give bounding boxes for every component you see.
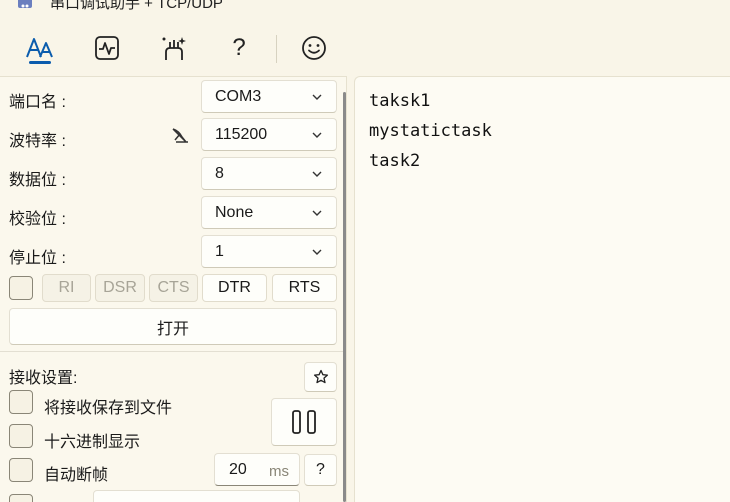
- frame-timeout-unit: ms: [269, 463, 289, 480]
- chevron-down-icon: [312, 210, 322, 216]
- pin-cts: CTS: [149, 274, 198, 302]
- chevron-down-icon: [312, 132, 322, 138]
- hex-display-label: 十六进制显示: [44, 434, 141, 451]
- pin-ri: RI: [42, 274, 91, 302]
- clean-button[interactable]: [156, 30, 192, 66]
- hex-display-checkbox[interactable]: [9, 424, 33, 448]
- port-select[interactable]: COM3: [201, 80, 337, 113]
- waveform-button[interactable]: [89, 30, 125, 66]
- pin-dtr-toggle[interactable]: DTR: [202, 274, 267, 302]
- pause-button[interactable]: [271, 398, 337, 446]
- rx-line: mystatictask: [369, 121, 492, 141]
- frame-help-button[interactable]: ?: [304, 454, 337, 486]
- port-value: COM3: [215, 87, 262, 105]
- favorite-button[interactable]: [304, 362, 337, 392]
- pin-dsr: DSR: [95, 274, 145, 302]
- frame-timeout-value: 20: [229, 461, 247, 478]
- chevron-down-icon: [312, 249, 322, 255]
- next-option-field[interactable]: [93, 490, 300, 502]
- frame-timeout-input[interactable]: 20 ms: [214, 453, 300, 486]
- rx-line: task2: [369, 151, 421, 171]
- open-port-button[interactable]: 打开: [9, 308, 337, 345]
- port-label: 端口名 :: [9, 94, 66, 111]
- stopbits-select[interactable]: 1: [201, 235, 337, 268]
- databits-select[interactable]: 8: [201, 157, 337, 190]
- toolbar: ?: [0, 14, 730, 76]
- active-tab-indicator: [29, 61, 51, 64]
- baud-select[interactable]: 115200: [201, 118, 337, 151]
- next-option-checkbox[interactable]: [9, 494, 33, 502]
- section-divider: [0, 351, 343, 352]
- auto-frame-checkbox[interactable]: [9, 458, 33, 482]
- window-title: 串口调试助手 + TCP/UDP: [50, 0, 223, 12]
- help-button[interactable]: ?: [221, 30, 257, 66]
- stopbits-label: 停止位 :: [9, 250, 66, 267]
- pins-checkbox[interactable]: [9, 276, 33, 300]
- auto-frame-label: 自动断帧: [44, 467, 109, 484]
- title-bar: 串口调试助手 + TCP/UDP: [0, 0, 730, 14]
- databits-value: 8: [215, 164, 224, 182]
- smiley-icon: [302, 36, 326, 60]
- chevron-down-icon: [312, 171, 322, 177]
- settings-scrollbar[interactable]: [343, 92, 346, 502]
- baud-label: 波特率 :: [9, 133, 66, 150]
- parity-select[interactable]: None: [201, 196, 337, 229]
- receive-settings-header: 接收设置:: [9, 370, 78, 387]
- help-icon: ?: [316, 461, 325, 478]
- save-to-file-checkbox[interactable]: [9, 390, 33, 414]
- feedback-button[interactable]: [296, 30, 332, 66]
- app-icon: [18, 0, 32, 8]
- rx-line: taksk1: [369, 91, 431, 111]
- sparkle-icon: [162, 37, 186, 60]
- toolbar-separator: [276, 35, 277, 63]
- chevron-down-icon: [312, 94, 322, 100]
- databits-label: 数据位 :: [9, 172, 66, 189]
- help-icon: ?: [232, 34, 246, 61]
- waveform-icon: [95, 36, 119, 60]
- baud-value: 115200: [215, 125, 268, 143]
- receive-text-area[interactable]: taksk1 mystatictask task2: [354, 76, 730, 502]
- star-icon: [313, 369, 328, 384]
- parity-label: 校验位 :: [9, 211, 66, 228]
- save-to-file-label: 将接收保存到文件: [44, 400, 173, 417]
- antenna-icon[interactable]: [170, 125, 190, 145]
- pause-icon: [292, 410, 316, 434]
- pin-rts-toggle[interactable]: RTS: [272, 274, 337, 302]
- text-style-icon: [26, 38, 53, 58]
- stopbits-value: 1: [215, 242, 224, 260]
- parity-value: None: [215, 203, 254, 221]
